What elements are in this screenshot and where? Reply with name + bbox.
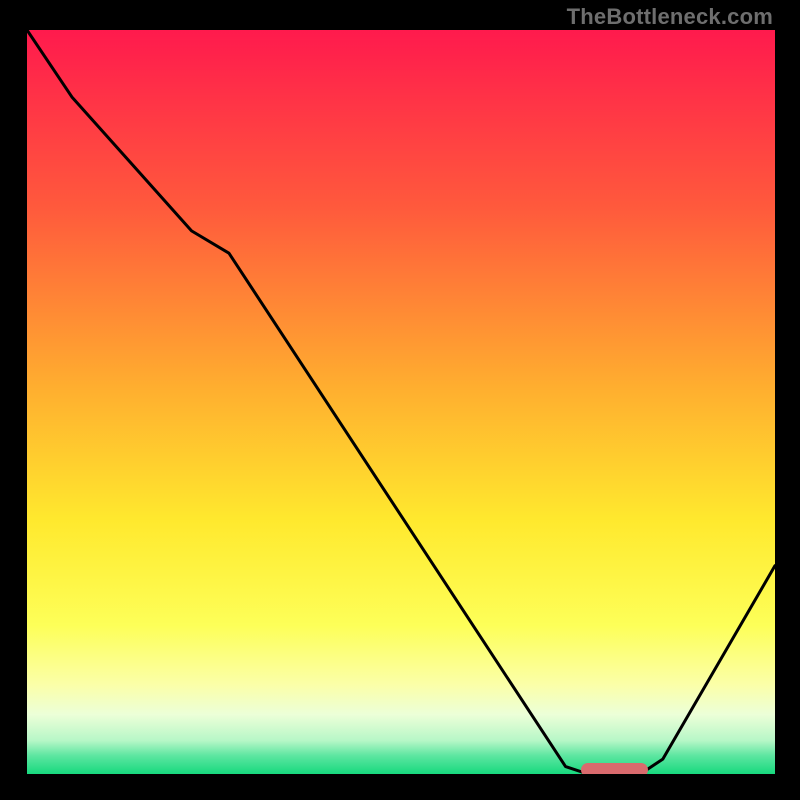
watermark-text: TheBottleneck.com (567, 4, 773, 30)
bottleneck-curve (27, 30, 775, 774)
optimal-marker (581, 763, 648, 774)
plot-area (27, 30, 775, 774)
chart-frame: TheBottleneck.com (0, 0, 800, 800)
